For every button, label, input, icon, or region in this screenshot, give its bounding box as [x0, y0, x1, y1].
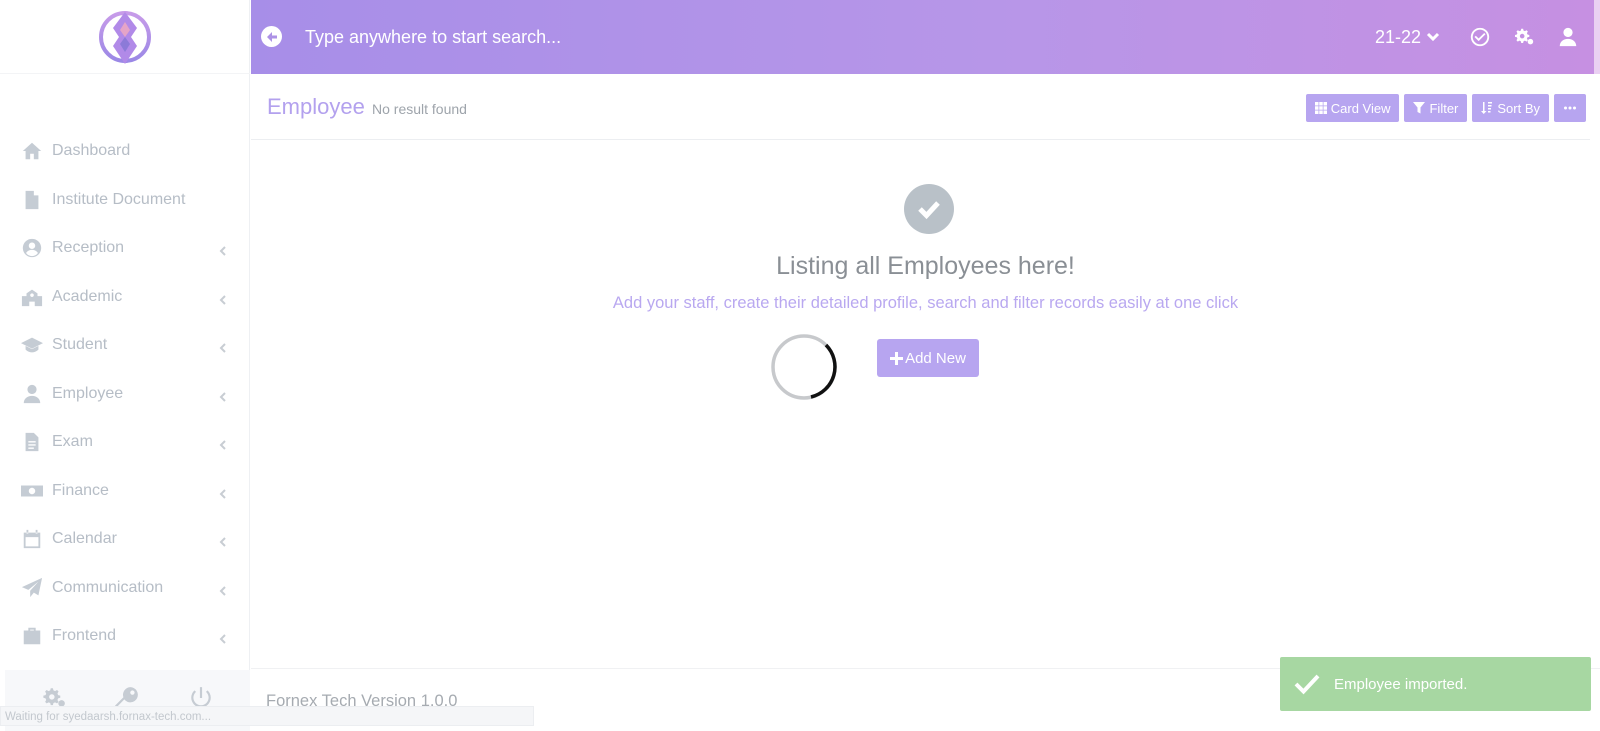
chevron-left-icon — [218, 631, 228, 644]
chevron-left-icon — [218, 437, 228, 450]
sidebar-item-label: Communication — [52, 578, 164, 596]
sidebar-item-label: Dashboard — [52, 142, 131, 160]
grid-icon — [1314, 102, 1327, 114]
sidebar-item-calendar[interactable]: Calendar — [0, 515, 250, 564]
chevron-left-icon — [218, 243, 228, 256]
chevron-left-icon — [218, 486, 228, 499]
result-count-text: No result found — [372, 101, 467, 117]
sidebar-item-label: Calendar — [52, 530, 117, 548]
paper-plane-icon — [18, 576, 46, 600]
school-icon — [18, 285, 46, 309]
checkmark-icon — [1294, 674, 1320, 695]
academic-year-selector[interactable]: 21-22 — [1375, 27, 1440, 48]
scrollbar[interactable] — [1594, 0, 1600, 74]
plus-icon — [890, 351, 904, 365]
search-input[interactable] — [305, 22, 1005, 52]
sidebar-item-dashboard[interactable]: Dashboard — [0, 127, 250, 176]
toast-message: Employee imported. — [1334, 675, 1468, 693]
suitcase-icon — [18, 624, 46, 648]
version-text: Fornex Tech Version 1.0.0 — [266, 692, 458, 710]
money-bill-icon — [18, 479, 46, 503]
sidebar-item-reception[interactable]: Reception — [0, 224, 250, 273]
sort-by-button[interactable]: Sort By — [1472, 94, 1549, 122]
file-text-icon — [18, 430, 46, 454]
chevron-down-icon — [1426, 32, 1440, 42]
more-options-button[interactable] — [1554, 94, 1586, 122]
filter-button[interactable]: Filter — [1404, 94, 1468, 122]
sidebar-item-label: Exam — [52, 433, 93, 451]
sidebar-item-finance[interactable]: Finance — [0, 467, 250, 516]
sidebar-item-label: Finance — [52, 481, 109, 499]
academic-year-label: 21-22 — [1374, 26, 1421, 47]
chevron-left-icon — [218, 292, 228, 305]
card-view-label: Card View — [1330, 100, 1391, 116]
sidebar-item-label: Reception — [52, 239, 125, 257]
graduation-cap-icon — [18, 333, 46, 357]
topbar: 21-22 — [251, 0, 1600, 74]
add-new-label: Add New — [905, 349, 966, 367]
header-actions: Card View Filter Sort By — [1305, 94, 1586, 122]
settings-icon[interactable] — [1512, 25, 1536, 49]
check-circle-icon[interactable] — [1468, 25, 1492, 49]
sidebar-item-label: Student — [52, 336, 108, 354]
logo[interactable] — [0, 0, 250, 74]
ellipsis-icon — [1564, 106, 1576, 110]
file-icon — [18, 188, 46, 212]
sidebar-item-academic[interactable]: Academic — [0, 273, 250, 322]
sidebar-item-label: Employee — [52, 384, 124, 402]
sidebar-item-frontend[interactable]: Frontend — [0, 612, 250, 661]
user-circle-icon — [18, 236, 46, 260]
user-icon[interactable] — [1556, 25, 1580, 49]
page-title: Employee — [267, 94, 365, 119]
filter-label: Filter — [1429, 100, 1459, 116]
empty-state: Listing all Employees here! Add your sta… — [251, 140, 1600, 440]
user-tie-icon — [18, 382, 46, 406]
sort-icon — [1481, 102, 1493, 114]
sidebar-item-label: Institute Document — [52, 190, 186, 208]
sidebar: Dashboard Institute Document Reception A… — [0, 0, 250, 731]
chevron-left-icon — [218, 389, 228, 402]
sort-by-label: Sort By — [1497, 100, 1540, 116]
filter-icon — [1413, 102, 1426, 114]
loading-spinner-icon — [771, 334, 837, 400]
success-toast[interactable]: Employee imported. — [1280, 657, 1591, 711]
card-view-button[interactable]: Card View — [1305, 94, 1400, 122]
sidebar-item-institute-document[interactable]: Institute Document — [0, 176, 250, 225]
home-icon — [18, 139, 46, 163]
chevron-left-icon — [218, 340, 228, 353]
sidebar-item-label: Academic — [52, 287, 123, 305]
logo-icon — [99, 10, 151, 64]
check-circle-icon — [904, 184, 954, 234]
sidebar-item-exam[interactable]: Exam — [0, 418, 250, 467]
chevron-left-icon — [218, 583, 228, 596]
topbar-actions: 21-22 — [1375, 0, 1600, 74]
sidebar-item-communication[interactable]: Communication — [0, 564, 250, 613]
sidebar-item-employee[interactable]: Employee — [0, 370, 250, 419]
calendar-icon — [18, 527, 46, 551]
page-header: Employee No result found Card View Filte… — [251, 74, 1590, 140]
sidebar-item-student[interactable]: Student — [0, 321, 250, 370]
sidebar-item-label: Frontend — [52, 627, 117, 645]
empty-state-title: Listing all Employees here! — [776, 252, 1075, 280]
sidebar-nav: Dashboard Institute Document Reception A… — [0, 127, 250, 661]
add-new-button[interactable]: Add New — [877, 339, 979, 377]
back-arrow-icon[interactable] — [261, 26, 282, 47]
chevron-left-icon — [218, 534, 228, 547]
empty-state-description: Add your staff, create their detailed pr… — [612, 294, 1239, 312]
